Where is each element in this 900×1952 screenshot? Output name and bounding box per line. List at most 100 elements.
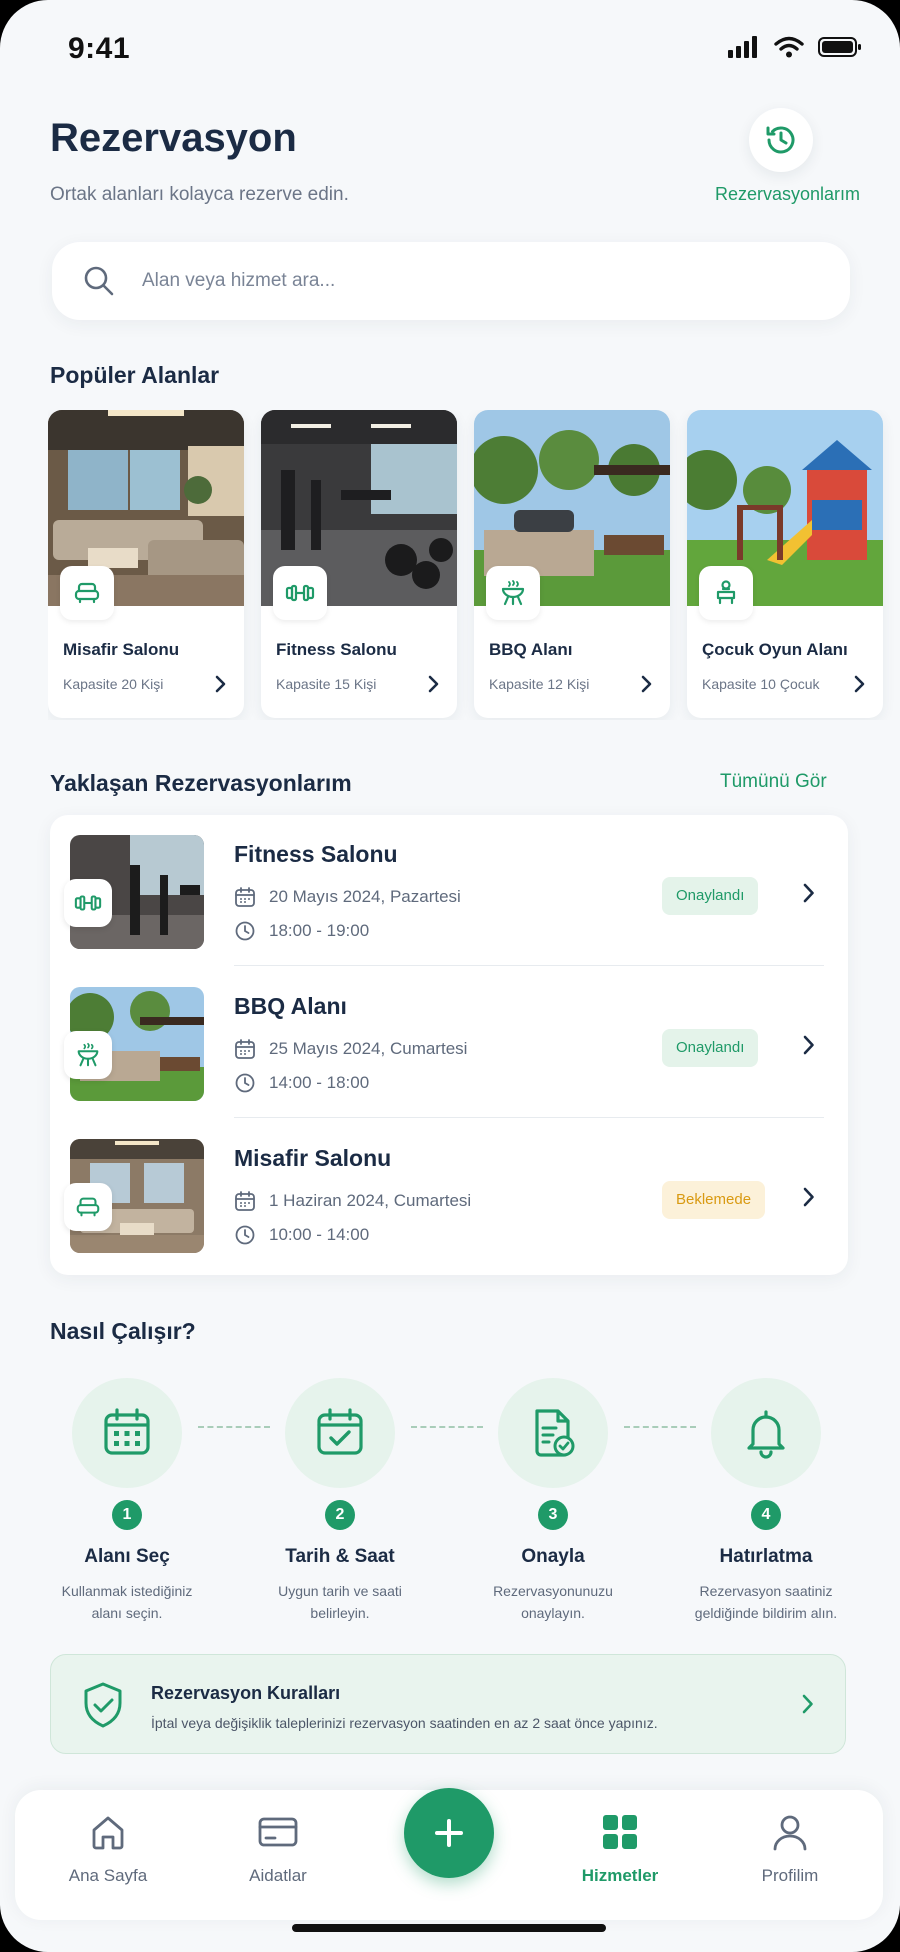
history-button[interactable]: [749, 108, 813, 172]
step-description: Rezervasyonunuzu onaylayın.: [493, 1583, 613, 1621]
battery-icon: [818, 37, 861, 57]
divider: [234, 1117, 824, 1118]
clock-icon: [235, 1073, 255, 1093]
nav-label: Ana Sayfa: [68, 1866, 148, 1885]
reservation-name: Misafir Salonu: [234, 1145, 392, 1171]
reservation-name: BBQ Alanı: [234, 993, 347, 1019]
step-title: Alanı Seç: [84, 1546, 170, 1567]
calendar-grid-icon: [72, 1378, 182, 1488]
step-title: Hatırlatma: [719, 1546, 813, 1567]
how-section-title: Nasıl Çalışır?: [50, 1318, 196, 1344]
plus-icon: [435, 1819, 463, 1847]
calendar-icon: [235, 887, 255, 907]
dumbbell-icon: [64, 879, 112, 927]
step-description: Rezervasyon saatiniz geldiğinde bildirim …: [694, 1583, 838, 1621]
popular-card-bbq[interactable]: BBQ Alanı Kapasite 12 Kişi: [474, 410, 670, 718]
status-badge: Onaylandı: [662, 877, 759, 915]
card-icon: [258, 1817, 298, 1847]
reservation-time: 18:00 - 19:00: [269, 921, 370, 940]
step-title: Tarih & Saat: [285, 1546, 395, 1567]
reservation-name: Fitness Salonu: [234, 841, 398, 867]
nav-label: Profilim: [761, 1866, 819, 1885]
popular-card-name: Fitness Salonu: [276, 640, 397, 659]
reservation-date: 1 Haziran 2024, Cumartesi: [269, 1191, 472, 1210]
calendar-check-icon: [285, 1378, 395, 1488]
reservation-date: 20 Mayıs 2024, Pazartesi: [269, 887, 461, 906]
nav-label: Aidatlar: [249, 1866, 307, 1885]
step-title: Onayla: [521, 1546, 585, 1567]
sofa-icon: [60, 566, 114, 620]
signal-icon: [728, 36, 757, 58]
see-all-link[interactable]: Tümünü Gör: [720, 771, 827, 793]
wifi-icon: [774, 36, 804, 58]
my-reservations-link[interactable]: Rezervasyonlarım: [690, 184, 860, 205]
chevron-right-icon: [802, 1694, 813, 1714]
nav-dues[interactable]: Aidatlar: [203, 1810, 353, 1886]
popular-card-playground[interactable]: Çocuk Oyun Alanı Kapasite 10 Çocuk: [687, 410, 883, 718]
step-number: 4: [751, 1500, 781, 1530]
popular-card-capacity: Kapasite 12 Kişi: [489, 676, 590, 692]
page-subtitle: Ortak alanları kolayca rezerve edin.: [50, 184, 349, 205]
step-2: 2 Tarih & Saat Uygun tarih ve saati belir…: [245, 1378, 435, 1624]
step-description: Kullanmak istediğiniz alanı seçin.: [61, 1583, 193, 1621]
bell-icon: [711, 1378, 821, 1488]
playground-icon: [699, 566, 753, 620]
reservation-row[interactable]: BBQ Alanı 25 Mayıs 2024, Cumartesi 14:00…: [50, 967, 848, 1117]
step-4: 4 Hatırlatma Rezervasyon saatiniz geldiği…: [671, 1378, 861, 1624]
reservation-row[interactable]: Misafir Salonu 1 Haziran 2024, Cumartesi…: [50, 1119, 848, 1269]
search-bar: [52, 242, 850, 320]
user-icon: [773, 1815, 807, 1851]
status-time: 9:41: [68, 32, 131, 65]
popular-card-misafir[interactable]: Misafir Salonu Kapasite 20 Kişi: [48, 410, 244, 718]
history-icon: [766, 126, 795, 154]
calendar-icon: [235, 1191, 255, 1211]
nav-home[interactable]: Ana Sayfa: [33, 1810, 183, 1886]
clock-icon: [235, 921, 255, 941]
add-button[interactable]: [404, 1788, 494, 1878]
grid-icon: [603, 1815, 637, 1849]
app-screen: 9:41 Rezervasyon Ortak alanları kolayca …: [0, 0, 900, 1952]
nav-services[interactable]: Hizmetler: [545, 1810, 695, 1886]
chevron-right-icon: [854, 675, 865, 693]
popular-card-fitness[interactable]: Fitness Salonu Kapasite 15 Kişi: [261, 410, 457, 718]
popular-card-name: Misafir Salonu: [63, 640, 180, 659]
popular-carousel[interactable]: Misafir Salonu Kapasite 20 Kişi Fitness …: [48, 410, 900, 720]
reservation-rules-banner[interactable]: Rezervasyon Kuralları İptal veya değişik…: [50, 1654, 846, 1754]
chevron-right-icon: [803, 883, 814, 903]
calendar-icon: [235, 1039, 255, 1059]
reservation-time: 10:00 - 14:00: [269, 1225, 370, 1244]
chevron-right-icon: [803, 1187, 814, 1207]
nav-profile[interactable]: Profilim: [715, 1810, 865, 1886]
grill-icon: [64, 1031, 112, 1079]
home-indicator: [292, 1924, 606, 1932]
upcoming-list: Fitness Salonu 20 Mayıs 2024, Pazartesi …: [50, 815, 848, 1275]
status-badge: Onaylandı: [662, 1029, 759, 1067]
chevron-right-icon: [803, 1035, 814, 1055]
popular-card-name: Çocuk Oyun Alanı: [702, 640, 848, 659]
divider: [234, 965, 824, 966]
step-number: 3: [538, 1500, 568, 1530]
popular-card-capacity: Kapasite 15 Kişi: [276, 676, 377, 692]
status-icons: [728, 36, 862, 58]
clock-icon: [235, 1225, 255, 1245]
search-input[interactable]: [142, 264, 792, 298]
sofa-icon: [64, 1183, 112, 1231]
step-3: 3 Onayla Rezervasyonunuzu onaylayın.: [458, 1378, 648, 1624]
shield-check-icon: [84, 1682, 122, 1728]
chevron-right-icon: [641, 675, 652, 693]
search-icon: [84, 266, 114, 296]
popular-card-name: BBQ Alanı: [489, 640, 573, 659]
reservation-row[interactable]: Fitness Salonu 20 Mayıs 2024, Pazartesi …: [50, 815, 848, 965]
step-number: 1: [112, 1500, 142, 1530]
popular-card-capacity: Kapasite 20 Kişi: [63, 676, 164, 692]
page-title: Rezervasyon: [50, 116, 297, 160]
rules-text: İptal veya değişiklik taleplerinizi reze…: [151, 1715, 658, 1731]
status-bar: 9:41: [0, 0, 900, 100]
reservation-time: 14:00 - 18:00: [269, 1073, 370, 1092]
reservation-date: 25 Mayıs 2024, Cumartesi: [269, 1039, 468, 1058]
status-badge: Beklemede: [662, 1181, 766, 1219]
step-description: Uygun tarih ve saati belirleyin.: [278, 1583, 402, 1621]
upcoming-section-title: Yaklaşan Rezervasyonlarım: [50, 770, 352, 796]
chevron-right-icon: [215, 675, 226, 693]
popular-card-capacity: Kapasite 10 Çocuk: [702, 676, 820, 692]
